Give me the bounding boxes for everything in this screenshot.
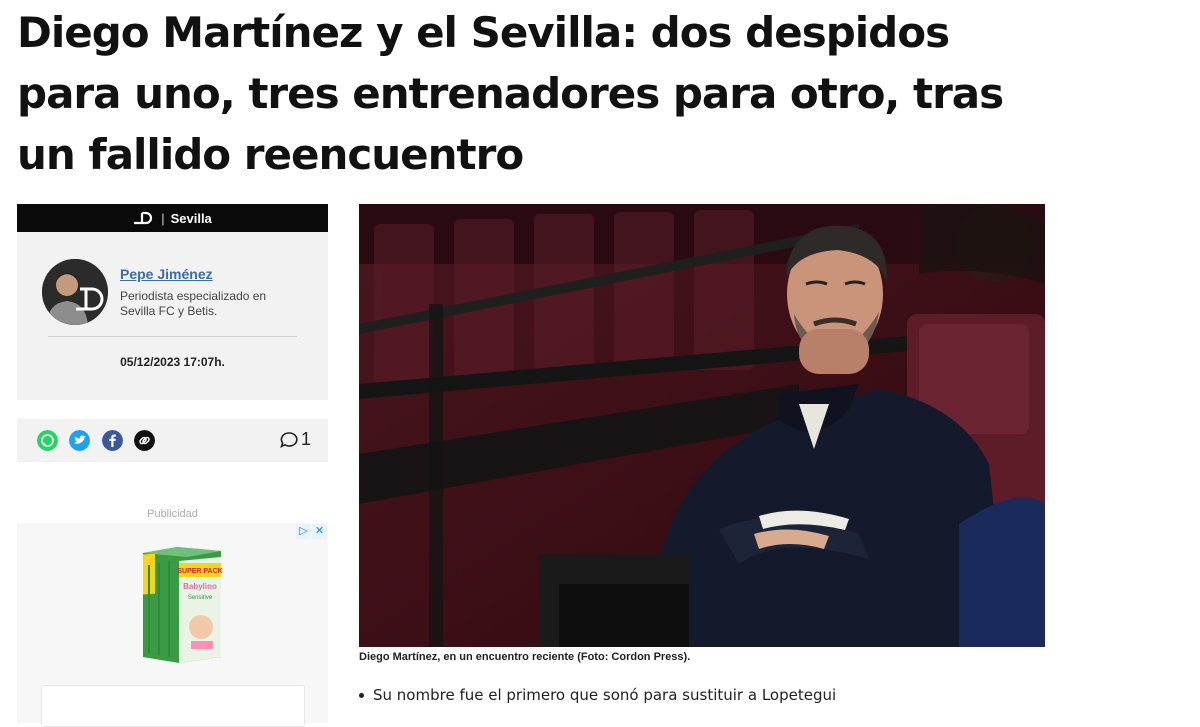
summary-bullet-text: Su nombre fue el primero que sonó para s… xyxy=(373,686,837,704)
ad-lower-panel xyxy=(41,685,305,727)
facebook-icon[interactable] xyxy=(102,430,123,451)
ad-close-icon[interactable]: ✕ xyxy=(312,524,327,539)
ad-product-text-3: Sensitive xyxy=(188,595,213,601)
ad-controls: ▷ ✕ xyxy=(296,524,327,539)
author-card: Pepe Jiménez Periodista especializado en… xyxy=(17,232,328,400)
adchoices-icon[interactable]: ▷ xyxy=(296,524,311,539)
diaper-pack-image: SUPER PACK Babylino Sensitive xyxy=(143,547,223,663)
ad-banner[interactable]: ▷ ✕ SUPER PACK Babylino Sensitive xyxy=(17,523,328,727)
whatsapp-icon[interactable] xyxy=(37,430,58,451)
article-main-photo[interactable] xyxy=(359,204,1045,647)
section-separator: | xyxy=(161,210,165,226)
section-bar[interactable]: | Sevilla xyxy=(17,204,328,232)
site-logo-icon xyxy=(134,211,153,225)
comment-icon xyxy=(280,431,298,448)
author-name-link[interactable]: Pepe Jiménez xyxy=(120,266,213,282)
bullet-dot xyxy=(359,692,364,698)
link-icon[interactable] xyxy=(134,430,155,451)
publish-date: 05/12/2023 17:07h. xyxy=(120,355,225,369)
share-bar: 1 xyxy=(17,419,328,462)
photo-caption: Diego Martínez, en un encuentro reciente… xyxy=(359,651,691,663)
comment-count: 1 xyxy=(300,429,311,449)
author-bio: Periodista especializado en Sevilla FC y… xyxy=(120,289,267,318)
ad-product-text-1: SUPER PACK xyxy=(177,568,222,575)
article-headline: Diego Martínez y el Sevilla: dos despido… xyxy=(17,8,1004,179)
summary-bullet: Su nombre fue el primero que sonó para s… xyxy=(359,686,836,704)
ad-label: Publicidad xyxy=(147,508,198,520)
card-divider xyxy=(48,336,297,337)
ad-product-text-2: Babylino xyxy=(183,582,217,591)
section-name[interactable]: Sevilla xyxy=(171,211,212,226)
twitter-icon[interactable] xyxy=(69,430,90,451)
author-avatar[interactable] xyxy=(42,259,108,325)
comments-button[interactable]: 1 xyxy=(279,429,311,450)
